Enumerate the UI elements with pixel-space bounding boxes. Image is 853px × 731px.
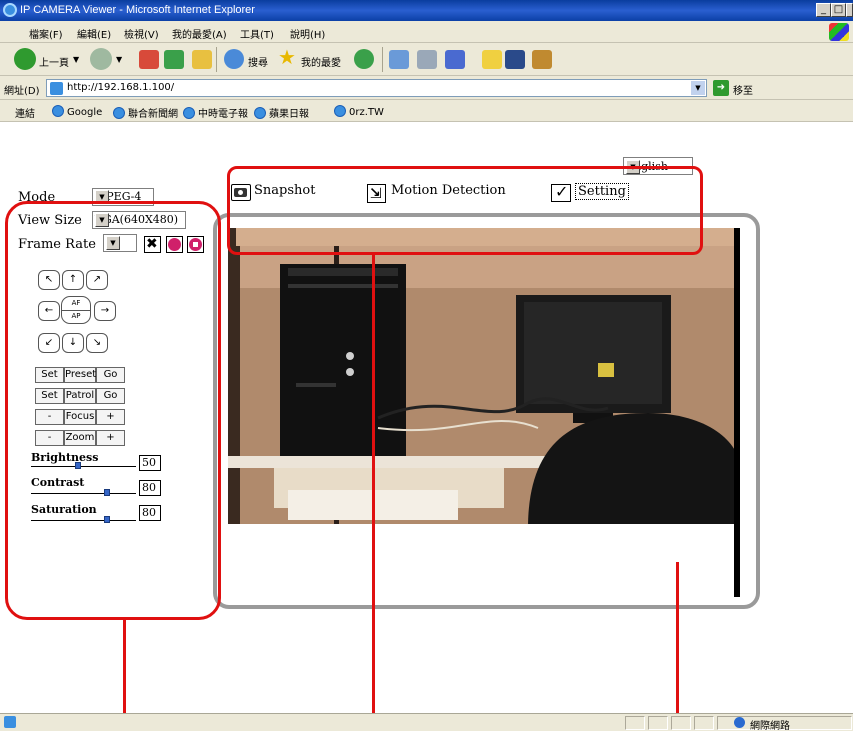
back-arrow-icon[interactable] <box>14 48 36 70</box>
menu-favorites[interactable]: 我的最愛(A) <box>172 26 227 41</box>
internet-zone-label: 網際網路 <box>750 721 790 731</box>
search-button-label[interactable]: 搜尋 <box>248 54 268 69</box>
callout-line-center <box>372 255 375 731</box>
menu-file[interactable]: 檔案(F) <box>29 26 63 41</box>
link-page-icon <box>254 107 266 119</box>
page-status-icon <box>4 716 16 728</box>
ie-logo-icon <box>3 3 17 17</box>
menu-tools[interactable]: 工具(T) <box>240 26 274 41</box>
home-icon[interactable] <box>192 50 212 69</box>
back-button-label[interactable]: 上一頁 <box>39 54 69 69</box>
links-label: 連結 <box>15 109 35 120</box>
window-titlebar: IP CAMERA Viewer - Microsoft Internet Ex… <box>0 0 853 21</box>
page-icon <box>50 82 63 95</box>
menu-help[interactable]: 說明(H) <box>290 26 325 41</box>
discuss-icon[interactable] <box>532 50 552 69</box>
callout-line-right <box>676 562 679 731</box>
toolbar-separator <box>216 47 217 72</box>
link-0rz-label[interactable]: 0rz.TW <box>349 107 384 118</box>
go-button-label[interactable]: 移至 <box>733 82 753 97</box>
maximize-button[interactable]: □ <box>831 3 846 17</box>
link-page-icon <box>52 105 64 117</box>
link-udn-label[interactable]: 聯合新聞網 <box>128 109 178 120</box>
link-appledaily-label[interactable]: 蘋果日報 <box>269 109 309 120</box>
window-title: IP CAMERA Viewer - Microsoft Internet Ex… <box>20 4 255 16</box>
video-stream[interactable] <box>228 228 740 597</box>
messenger-icon[interactable] <box>505 50 525 69</box>
link-0rz[interactable]: 0rz.TW <box>334 105 384 118</box>
forward-arrow-icon[interactable] <box>90 48 112 70</box>
link-chinatimes[interactable]: 中時電子報 <box>183 105 248 120</box>
toolbar-separator <box>382 47 383 72</box>
link-google[interactable]: Google <box>52 105 102 118</box>
link-udn[interactable]: 聯合新聞網 <box>113 105 178 120</box>
link-page-icon <box>334 105 346 117</box>
status-bar: 網際網路 <box>0 713 853 731</box>
history-icon[interactable] <box>354 49 374 69</box>
globe-icon <box>734 717 745 728</box>
forward-dropdown-icon[interactable]: ▼ <box>116 55 122 64</box>
status-cell <box>694 716 714 730</box>
favorites-button-label[interactable]: 我的最愛 <box>301 54 341 69</box>
status-cell <box>625 716 645 730</box>
menu-edit[interactable]: 編輯(E) <box>77 26 111 41</box>
link-page-icon <box>113 107 125 119</box>
camera-feed-image <box>228 228 740 597</box>
link-page-icon <box>183 107 195 119</box>
tab-bar-highlight <box>227 166 703 255</box>
mail-icon[interactable] <box>389 50 409 69</box>
folder-icon[interactable] <box>482 50 502 69</box>
control-panel-highlight <box>5 201 221 620</box>
minimize-button[interactable]: _ <box>816 3 831 17</box>
search-icon[interactable] <box>224 49 244 69</box>
links-bar: 連結 Google 聯合新聞網 中時電子報 蘋果日報 0rz.TW <box>0 100 853 122</box>
link-appledaily[interactable]: 蘋果日報 <box>254 105 309 120</box>
print-icon[interactable] <box>417 50 437 69</box>
status-cell <box>648 716 668 730</box>
favorites-star-icon[interactable]: ★ <box>278 45 296 69</box>
windows-logo-icon <box>829 23 849 41</box>
refresh-icon[interactable] <box>164 50 184 69</box>
address-input[interactable]: http://192.168.1.100/ ▼ <box>46 79 707 97</box>
standard-toolbar: 上一頁 ▼ ▼ 搜尋 ★ 我的最愛 <box>0 43 853 76</box>
link-chinatimes-label[interactable]: 中時電子報 <box>198 109 248 120</box>
address-bar: 網址(D) http://192.168.1.100/ ▼ ➜ 移至 <box>0 76 853 100</box>
status-cell <box>671 716 691 730</box>
edit-icon[interactable] <box>445 50 465 69</box>
menu-bar: 檔案(F) 編輯(E) 檢視(V) 我的最愛(A) 工具(T) 說明(H) <box>0 21 853 43</box>
back-dropdown-icon[interactable]: ▼ <box>73 55 79 64</box>
go-arrow-icon[interactable]: ➜ <box>713 80 729 96</box>
address-url[interactable]: http://192.168.1.100/ <box>67 82 174 93</box>
address-dropdown-icon[interactable]: ▼ <box>691 81 705 95</box>
link-google-label[interactable]: Google <box>67 107 102 118</box>
close-button[interactable] <box>846 3 853 17</box>
stop-icon[interactable] <box>139 50 159 69</box>
menu-view[interactable]: 檢視(V) <box>124 26 159 41</box>
address-label: 網址(D) <box>4 86 40 97</box>
